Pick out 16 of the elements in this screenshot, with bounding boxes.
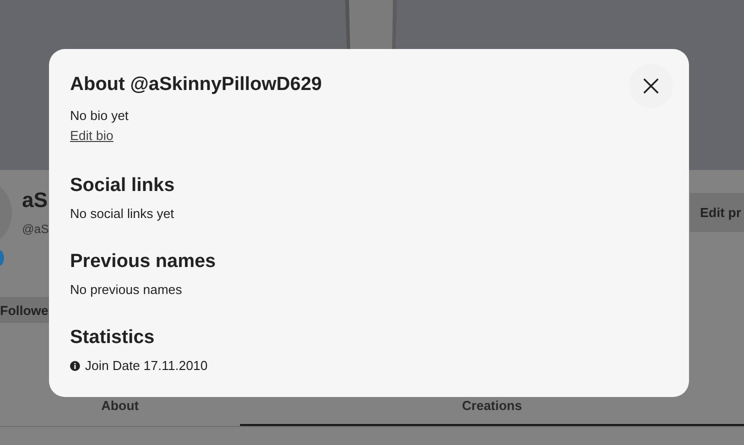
edit-profile-button[interactable]: Edit pr	[690, 193, 744, 232]
close-button[interactable]	[629, 64, 673, 108]
close-icon	[643, 78, 659, 94]
section-heading: Previous names	[70, 251, 217, 273]
section-text: No previous names	[70, 282, 183, 297]
section-heading: Social links	[70, 175, 176, 197]
edit-bio-link[interactable]: Edit bio	[70, 128, 114, 143]
bio-text: No bio yet	[70, 108, 130, 123]
followers-button[interactable]: Followe	[0, 297, 50, 323]
section-text: No social links yet	[70, 206, 176, 221]
profile-handle: @aS	[22, 222, 49, 236]
info-icon	[70, 360, 80, 370]
section-heading: Statistics	[70, 327, 156, 349]
dialog-title: About @aSkinnyPillowD629	[70, 74, 322, 96]
profile-name: aS	[22, 189, 49, 213]
join-date-text: Join Date 17.11.2010	[85, 358, 208, 373]
